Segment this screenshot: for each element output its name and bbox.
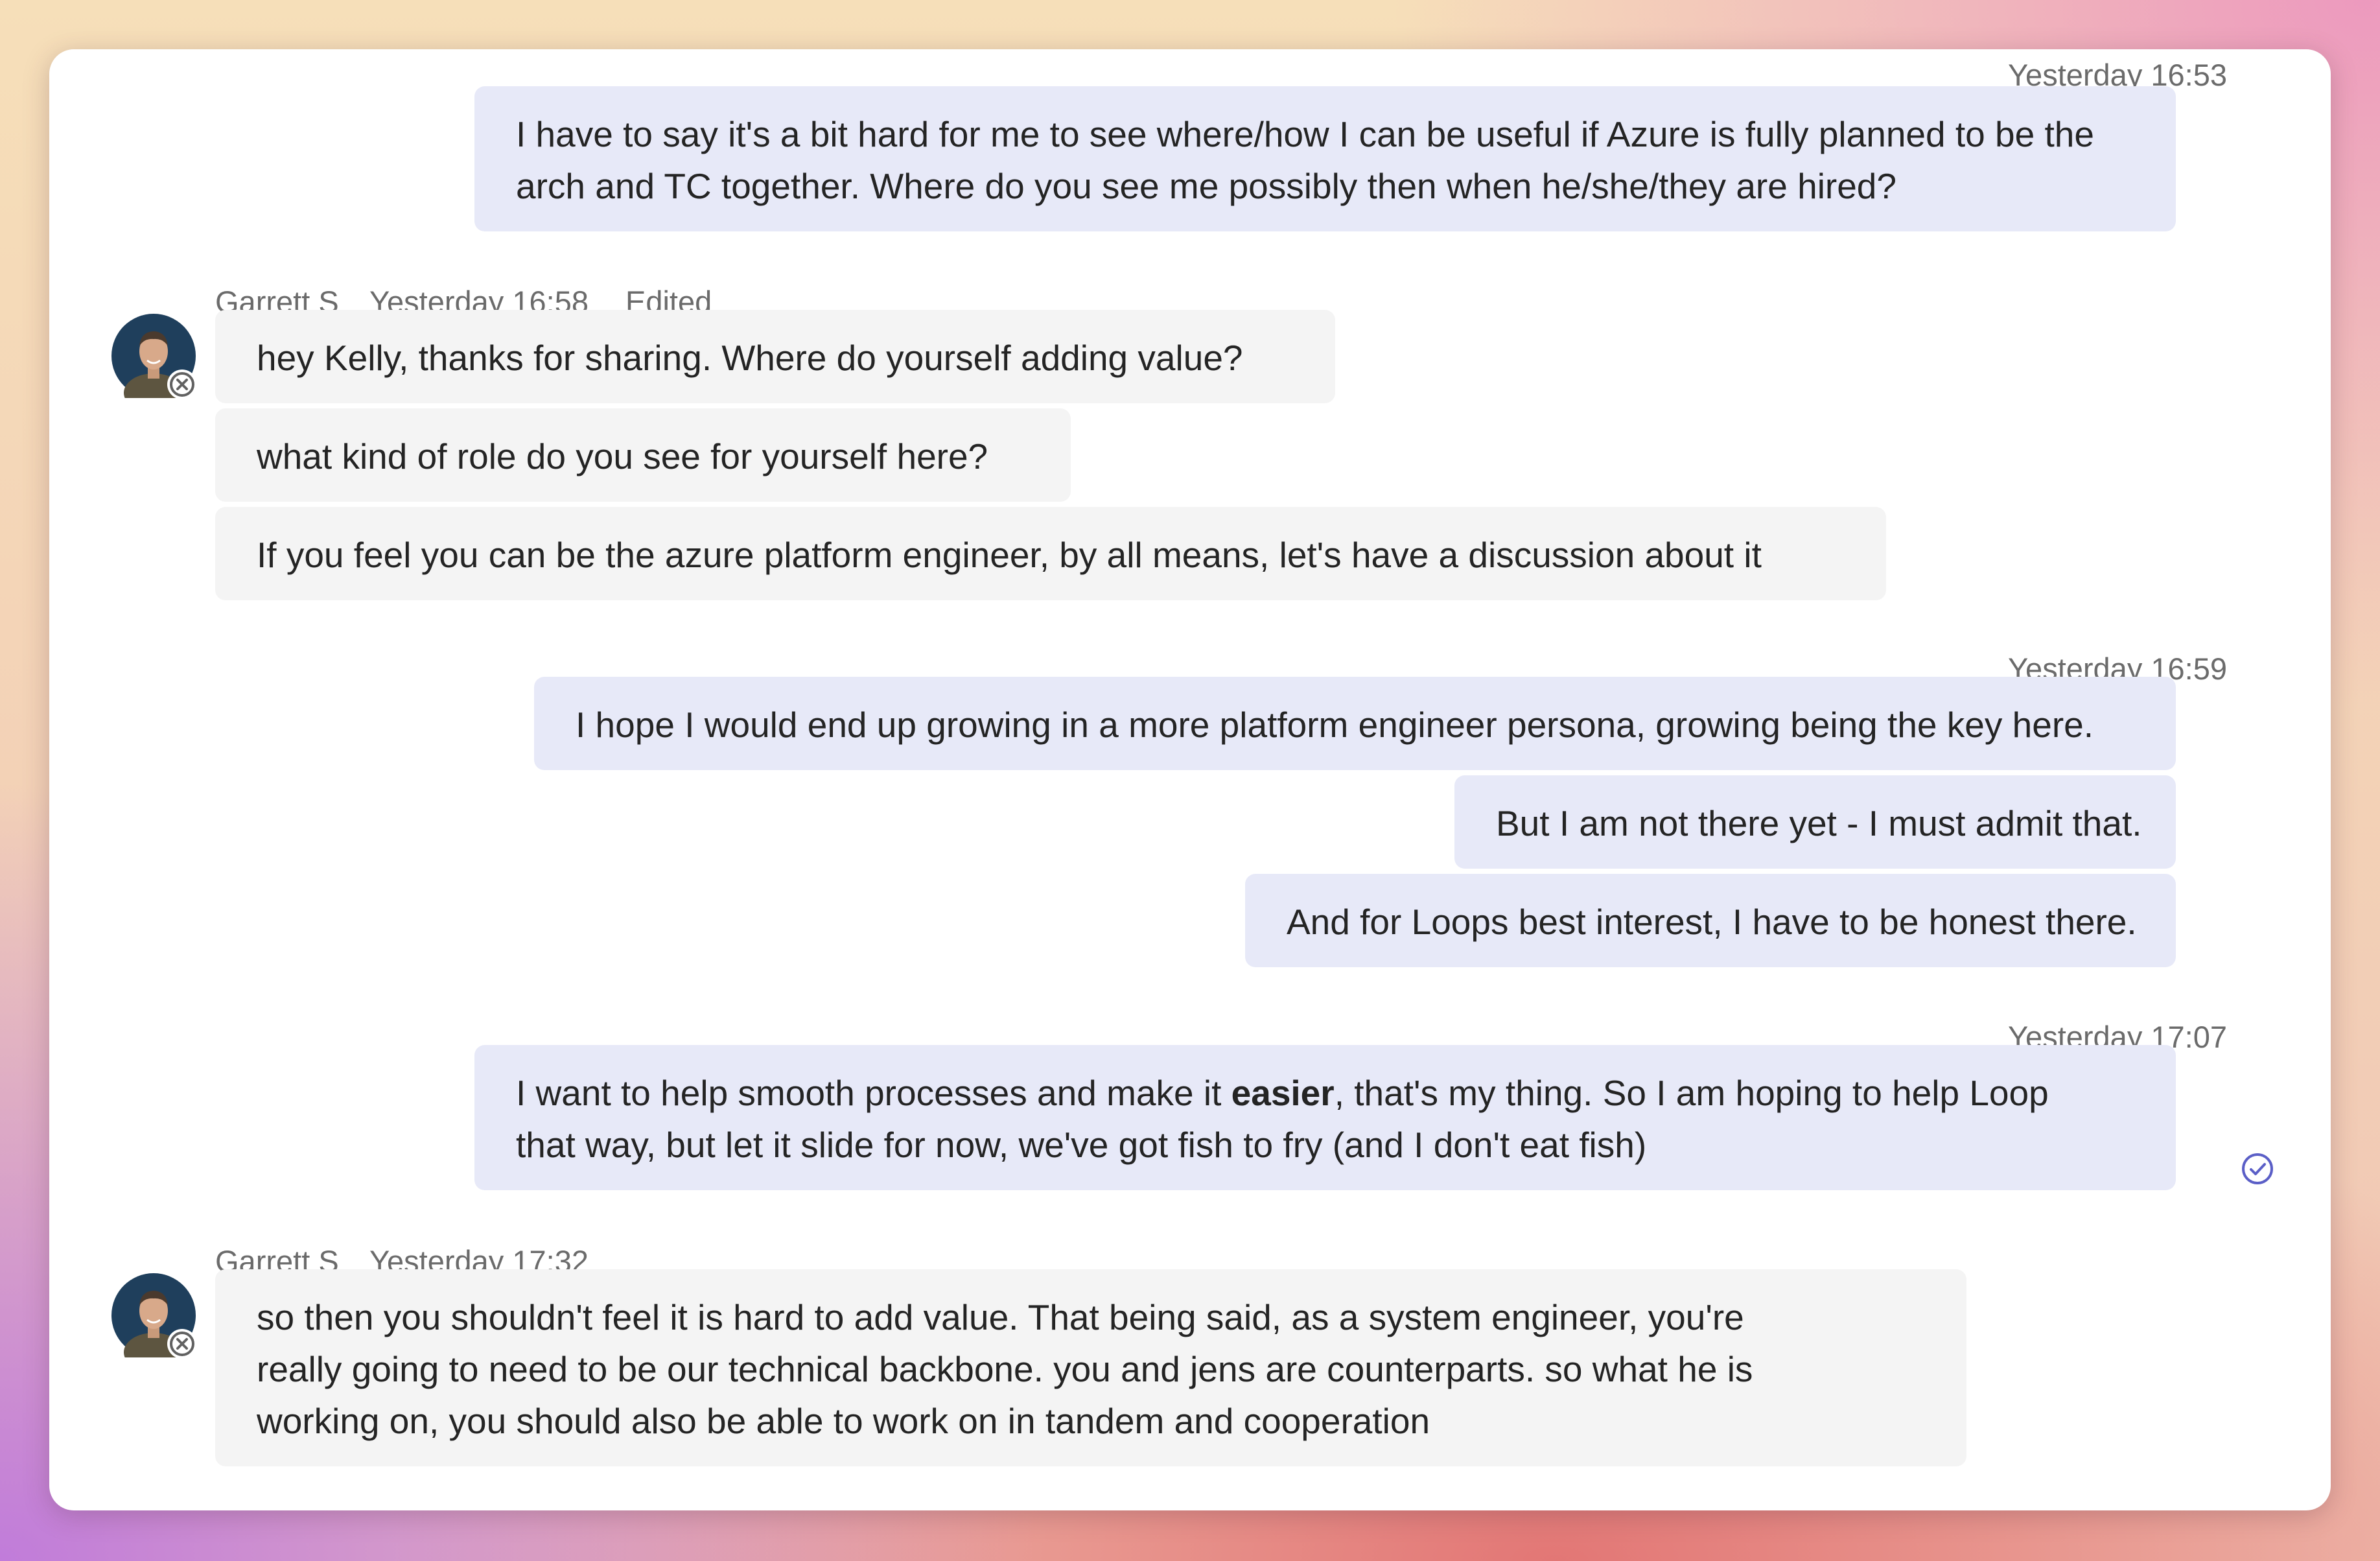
message-bubble[interactable]: If you feel you can be the azure platfor… xyxy=(215,507,1886,600)
message-text-line: so then you shouldn't feel it is hard to… xyxy=(257,1297,1744,1337)
message-bubble[interactable]: what kind of role do you see for yoursel… xyxy=(215,408,1071,502)
status-offline-icon xyxy=(167,1329,197,1359)
message-bubble[interactable]: I have to say it's a bit hard for me to … xyxy=(474,86,2176,231)
message-bubble[interactable]: so then you shouldn't feel it is hard to… xyxy=(215,1269,1966,1466)
message-text-line: I have to say it's a bit hard for me to … xyxy=(516,114,2094,154)
message-text-line: arch and TC together. Where do you see m… xyxy=(516,166,1896,206)
avatar[interactable] xyxy=(111,314,197,399)
message-bubble[interactable]: hey Kelly, thanks for sharing. Where do … xyxy=(215,310,1335,403)
bold-text: easier xyxy=(1231,1073,1335,1113)
message-bubble[interactable]: But I am not there yet - I must admit th… xyxy=(1454,775,2176,869)
message-text-line: that way, but let it slide for now, we'v… xyxy=(516,1125,1647,1165)
message-text-line: I want to help smooth processes and make… xyxy=(516,1073,2049,1113)
chat-panel: Yesterday 16:53 I have to say it's a bit… xyxy=(49,49,2331,1510)
message-text-line: really going to need to be our technical… xyxy=(257,1349,1753,1389)
message-bubble[interactable]: I want to help smooth processes and make… xyxy=(474,1045,2176,1190)
read-receipt-check-icon xyxy=(2241,1152,2274,1186)
message-text-line: working on, you should also be able to w… xyxy=(257,1401,1430,1441)
status-offline-icon xyxy=(167,370,197,399)
avatar[interactable] xyxy=(111,1273,197,1359)
message-bubble[interactable]: And for Loops best interest, I have to b… xyxy=(1245,874,2176,967)
message-bubble[interactable]: I hope I would end up growing in a more … xyxy=(534,677,2176,770)
